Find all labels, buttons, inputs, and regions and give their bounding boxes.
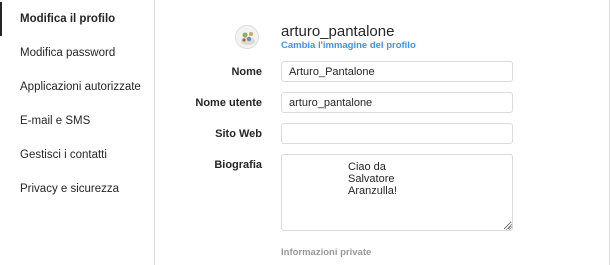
bio-label: Biografia xyxy=(214,159,262,171)
username-label: Nome utente xyxy=(195,97,262,109)
name-field[interactable] xyxy=(281,61,513,82)
username-field[interactable] xyxy=(281,92,513,113)
name-label: Nome xyxy=(231,66,262,78)
profile-username: arturo_pantalone xyxy=(281,23,395,40)
private-info-heading: Informazioni private xyxy=(281,247,372,258)
resize-handle-icon[interactable] xyxy=(505,223,512,230)
website-label: Sito Web xyxy=(215,128,262,140)
change-profile-photo-link[interactable]: Cambia l'immagine del profilo xyxy=(281,40,416,52)
sidebar-item-edit-profile[interactable]: Modifica il profilo xyxy=(0,2,154,36)
sidebar-item-privacy-security[interactable]: Privacy e sicurezza xyxy=(0,172,154,206)
avatar-icon[interactable] xyxy=(235,25,259,49)
settings-panel: Modifica il profilo Modifica password Ap… xyxy=(0,0,610,265)
bio-textarea[interactable] xyxy=(281,154,513,231)
avatar-picture xyxy=(236,26,258,48)
website-field[interactable] xyxy=(281,123,513,144)
